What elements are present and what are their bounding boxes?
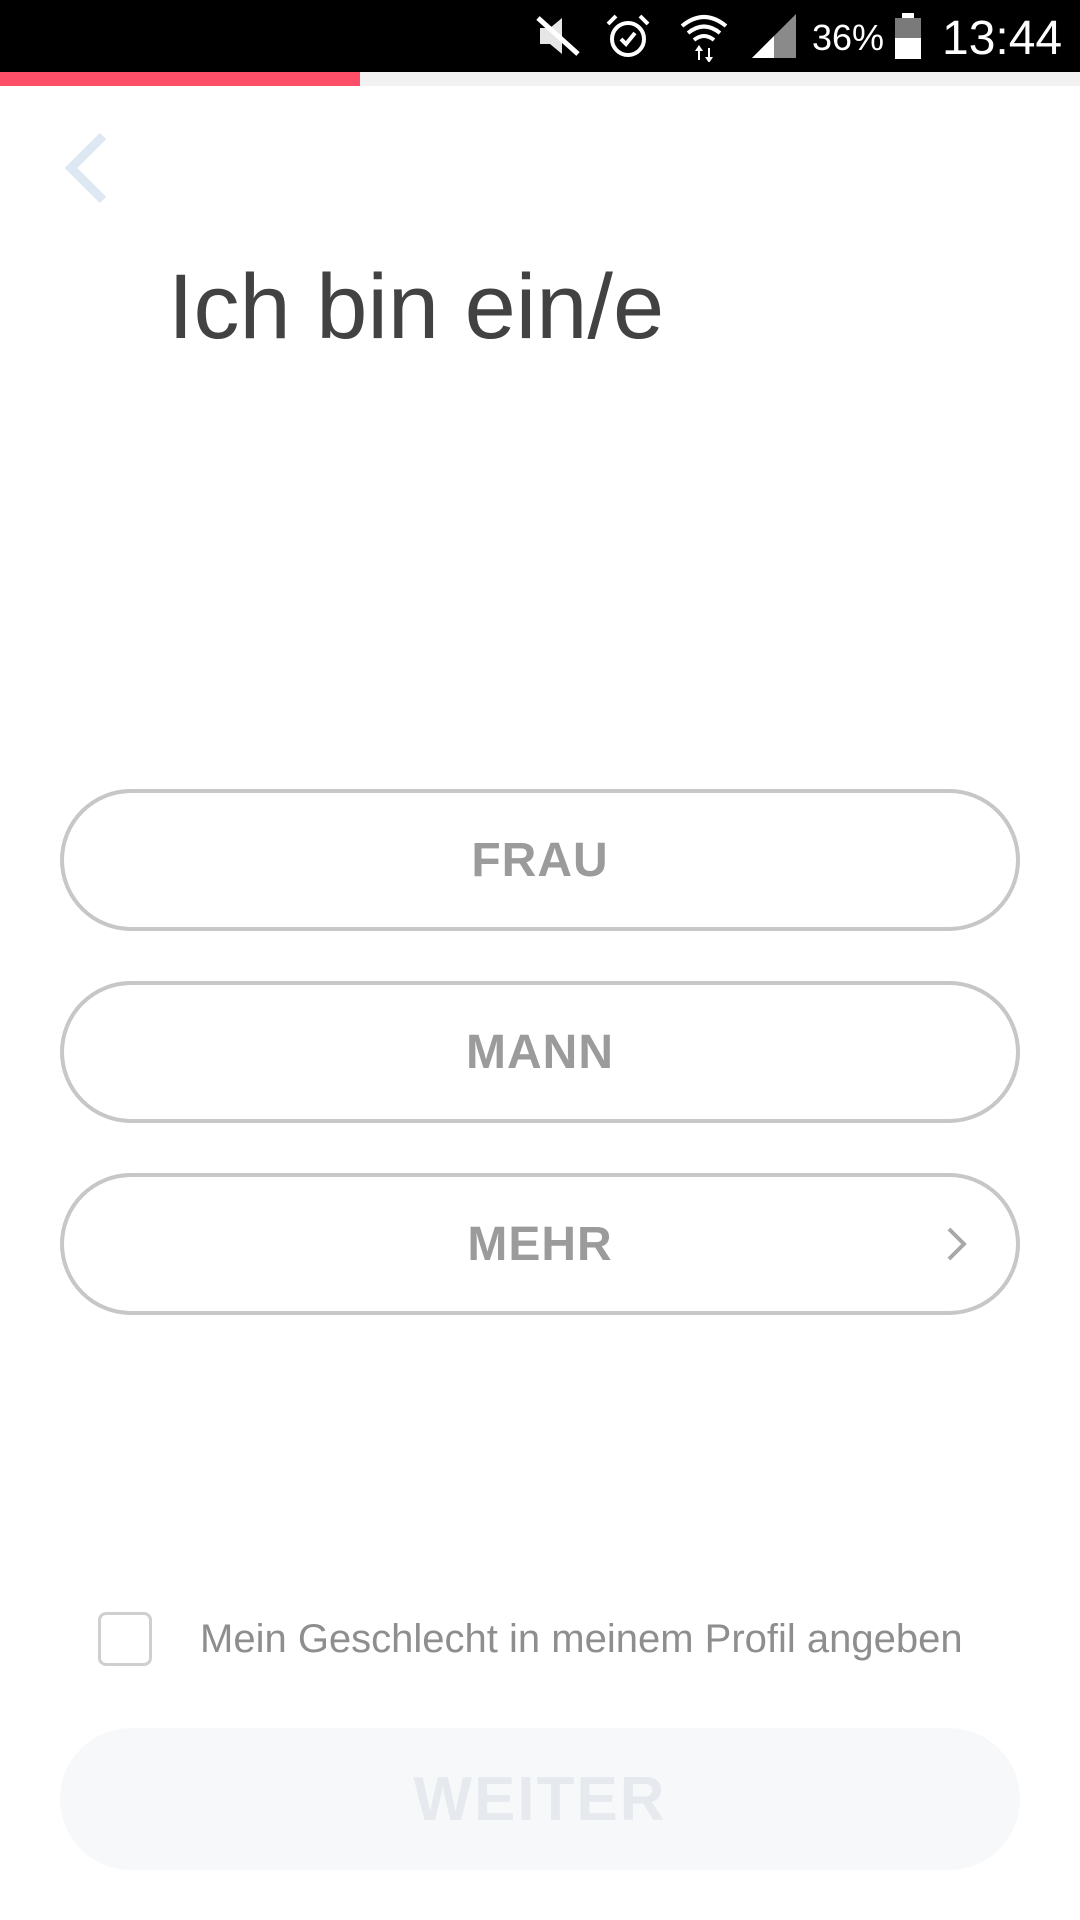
option-mann-button[interactable]: MANN — [60, 981, 1020, 1123]
battery-icon — [890, 0, 926, 72]
progress-bar — [0, 72, 1080, 86]
status-bar: 36% 13:44 — [0, 0, 1080, 72]
progress-fill — [0, 72, 360, 86]
show-gender-checkbox[interactable] — [98, 1612, 152, 1666]
page-title: Ich bin ein/e — [168, 256, 665, 358]
battery-percent: 36% — [812, 17, 885, 58]
option-label: MEHR — [467, 1217, 613, 1271]
mute-icon — [528, 0, 588, 72]
option-label: FRAU — [471, 833, 609, 887]
wifi-icon — [674, 0, 734, 72]
continue-label: WEITER — [413, 1764, 667, 1834]
show-gender-row[interactable]: Mein Geschlecht in meinem Profil angeben — [98, 1612, 963, 1666]
show-gender-label: Mein Geschlecht in meinem Profil angeben — [200, 1616, 963, 1661]
clock: 13:44 — [942, 12, 1063, 65]
option-mehr-button[interactable]: MEHR — [60, 1173, 1020, 1315]
option-frau-button[interactable]: FRAU — [60, 789, 1020, 931]
signal-icon — [746, 0, 802, 72]
alarm-icon — [600, 0, 656, 72]
chevron-right-icon — [942, 1224, 972, 1264]
continue-button[interactable]: WEITER — [60, 1728, 1020, 1870]
back-button[interactable] — [52, 130, 122, 210]
option-label: MANN — [466, 1025, 614, 1079]
chevron-left-icon — [63, 130, 111, 211]
